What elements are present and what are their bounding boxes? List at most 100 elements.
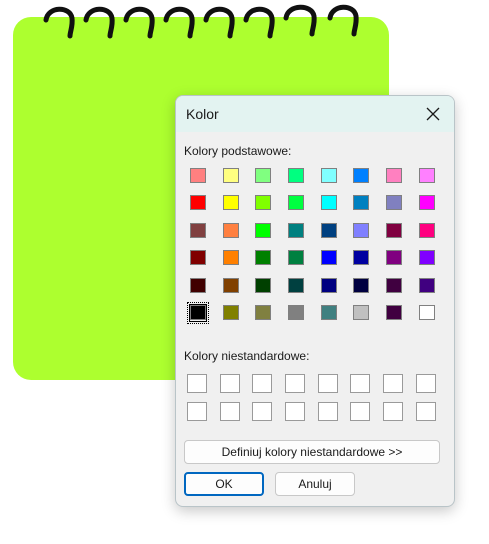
dialog-titlebar: Kolor	[176, 96, 454, 132]
basic-color-cell[interactable]	[318, 164, 340, 186]
custom-color-cell[interactable]	[219, 402, 240, 421]
basic-color-cell[interactable]	[220, 164, 242, 186]
basic-color-cell[interactable]	[187, 164, 209, 186]
desktop-canvas: Kolor Kolory podstawowe: Kolory niestand…	[0, 0, 489, 544]
basic-color-cell[interactable]	[416, 302, 438, 324]
color-swatch	[418, 167, 435, 183]
custom-color-cell[interactable]	[219, 374, 240, 393]
custom-color-cell[interactable]	[317, 374, 338, 393]
color-swatch	[222, 250, 239, 266]
basic-color-cell[interactable]	[318, 192, 340, 214]
basic-color-cell[interactable]	[285, 164, 307, 186]
ok-button[interactable]: OK	[184, 472, 264, 496]
basic-color-cell-selected[interactable]	[187, 301, 209, 324]
color-swatch	[320, 167, 337, 183]
define-custom-colors-button[interactable]: Definiuj kolory niestandardowe >>	[184, 440, 440, 464]
basic-color-cell[interactable]	[350, 192, 372, 214]
basic-color-cell[interactable]	[350, 302, 372, 324]
basic-color-cell[interactable]	[220, 219, 242, 241]
basic-color-cell[interactable]	[350, 219, 372, 241]
color-swatch	[255, 195, 272, 211]
color-swatch	[320, 277, 337, 293]
color-swatch	[288, 305, 305, 321]
basic-color-cell[interactable]	[220, 192, 242, 214]
basic-color-cell[interactable]	[220, 247, 242, 269]
color-swatch	[222, 305, 239, 321]
color-swatch	[255, 222, 272, 238]
custom-color-cell[interactable]	[350, 374, 371, 393]
close-button[interactable]	[420, 102, 446, 126]
basic-color-cell[interactable]	[220, 302, 242, 324]
color-swatch	[353, 250, 370, 266]
color-swatch	[418, 195, 435, 211]
custom-color-cell[interactable]	[285, 402, 306, 421]
basic-color-cell[interactable]	[187, 219, 209, 241]
basic-color-cell[interactable]	[383, 164, 405, 186]
custom-color-cell[interactable]	[187, 374, 207, 393]
color-swatch	[222, 195, 239, 211]
color-swatch	[190, 167, 206, 183]
basic-color-cell[interactable]	[383, 247, 405, 269]
color-swatch	[288, 277, 305, 293]
custom-colors-label: Kolory niestandardowe:	[184, 349, 310, 363]
color-swatch	[190, 195, 206, 211]
basic-color-cell[interactable]	[416, 247, 438, 269]
basic-color-cell[interactable]	[285, 302, 307, 324]
basic-color-cell[interactable]	[318, 247, 340, 269]
basic-color-cell[interactable]	[383, 302, 405, 324]
basic-color-cell[interactable]	[383, 219, 405, 241]
basic-color-cell[interactable]	[416, 274, 438, 296]
basic-color-cell[interactable]	[383, 192, 405, 214]
basic-color-cell[interactable]	[187, 274, 209, 296]
color-swatch	[190, 305, 206, 321]
basic-color-cell[interactable]	[285, 247, 307, 269]
basic-color-cell[interactable]	[187, 192, 209, 214]
custom-color-cell[interactable]	[415, 374, 436, 393]
basic-color-cell[interactable]	[318, 219, 340, 241]
basic-color-cell[interactable]	[383, 274, 405, 296]
basic-color-cell[interactable]	[187, 247, 209, 269]
basic-color-cell[interactable]	[416, 192, 438, 214]
basic-color-cell[interactable]	[252, 302, 274, 324]
basic-color-cell[interactable]	[285, 192, 307, 214]
color-swatch	[320, 222, 337, 238]
color-swatch	[255, 277, 272, 293]
basic-color-cell[interactable]	[318, 274, 340, 296]
basic-color-cell[interactable]	[252, 274, 274, 296]
close-icon	[426, 107, 440, 121]
basic-color-cell[interactable]	[350, 247, 372, 269]
color-swatch	[386, 167, 403, 183]
basic-color-cell[interactable]	[252, 164, 274, 186]
basic-color-cell[interactable]	[318, 302, 340, 324]
basic-color-cell[interactable]	[350, 274, 372, 296]
color-swatch	[418, 250, 435, 266]
basic-color-cell[interactable]	[252, 247, 274, 269]
custom-color-cell[interactable]	[187, 402, 207, 421]
custom-color-cell[interactable]	[383, 402, 404, 421]
basic-color-cell[interactable]	[416, 164, 438, 186]
color-swatch	[190, 250, 206, 266]
basic-color-cell[interactable]	[220, 274, 242, 296]
custom-color-cell[interactable]	[252, 374, 273, 393]
basic-color-cell[interactable]	[350, 164, 372, 186]
color-swatch	[353, 277, 370, 293]
basic-color-cell[interactable]	[416, 219, 438, 241]
custom-color-cell[interactable]	[285, 374, 306, 393]
color-swatch	[320, 195, 337, 211]
basic-color-cell[interactable]	[252, 219, 274, 241]
color-dialog: Kolor Kolory podstawowe: Kolory niestand…	[175, 95, 455, 507]
color-swatch	[353, 195, 370, 211]
custom-color-cell[interactable]	[350, 402, 371, 421]
custom-color-cell[interactable]	[317, 402, 338, 421]
basic-color-cell[interactable]	[285, 274, 307, 296]
color-swatch	[353, 305, 370, 321]
color-swatch	[418, 305, 435, 321]
custom-color-cell[interactable]	[415, 402, 436, 421]
cancel-button[interactable]: Anuluj	[275, 472, 355, 496]
color-swatch	[386, 305, 403, 321]
color-swatch	[288, 195, 305, 211]
custom-color-cell[interactable]	[252, 402, 273, 421]
basic-color-cell[interactable]	[252, 192, 274, 214]
basic-color-cell[interactable]	[285, 219, 307, 241]
custom-color-cell[interactable]	[383, 374, 404, 393]
